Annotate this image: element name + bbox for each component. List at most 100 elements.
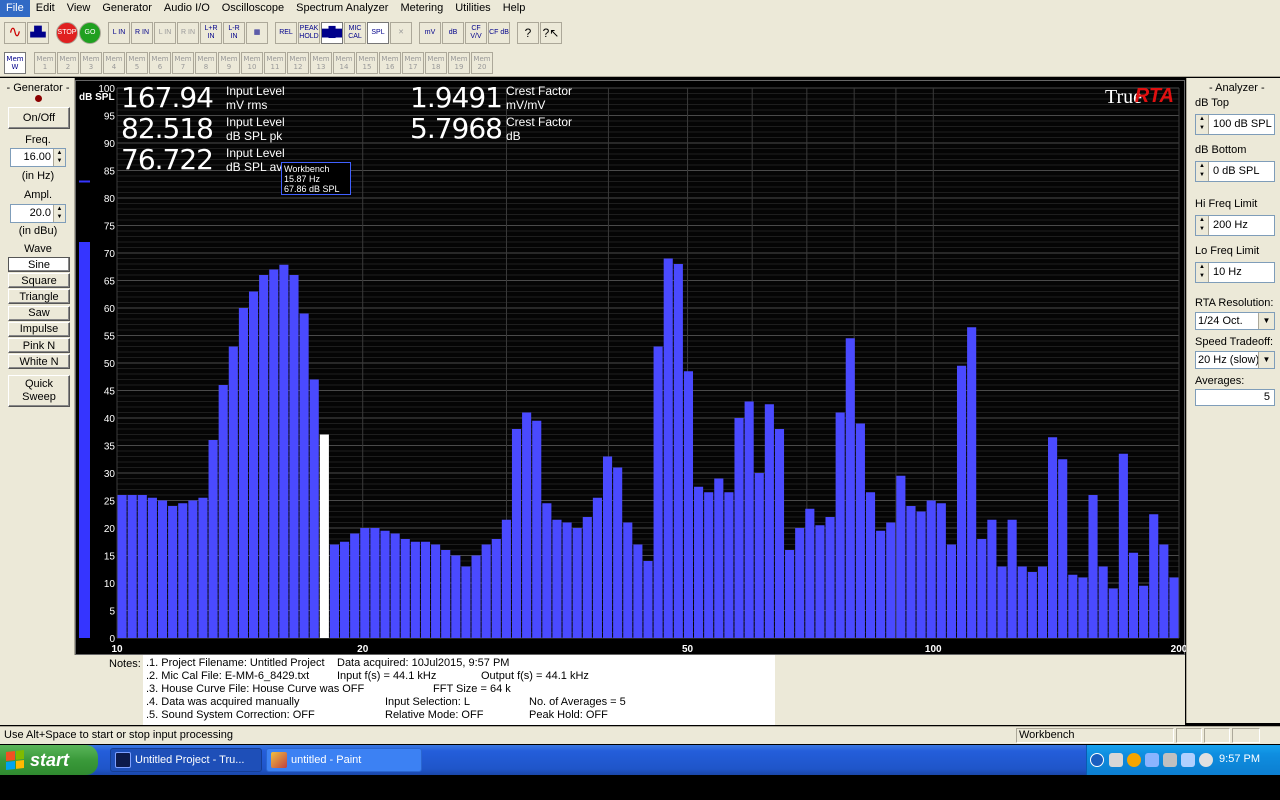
speed-tradeoff-dropdown-icon[interactable]: ▼ — [1258, 352, 1274, 368]
memory-button-5[interactable]: Mem 5 — [126, 52, 148, 74]
wave-triangle-button[interactable]: Triangle — [8, 289, 70, 305]
taskbar-item-truerta[interactable]: Untitled Project - Tru... — [110, 748, 262, 772]
tray-app-icon[interactable] — [1127, 753, 1141, 767]
tray-network-icon[interactable] — [1109, 753, 1123, 767]
memory-button-15[interactable]: Mem 15 — [356, 52, 378, 74]
crest-factor-vv-icon[interactable]: CF V/V — [465, 22, 487, 44]
decibel-icon[interactable]: dB — [442, 22, 464, 44]
spectrum-bar — [602, 456, 613, 638]
menu-oscilloscope[interactable]: Oscilloscope — [216, 0, 290, 17]
wave-saw-button[interactable]: Saw — [8, 305, 70, 321]
menu-edit[interactable]: Edit — [30, 0, 61, 17]
memory-button-1[interactable]: Mem 1 — [34, 52, 56, 74]
right-input-icon[interactable]: R IN — [131, 22, 153, 44]
menu-metering[interactable]: Metering — [394, 0, 449, 17]
db-bottom-value: 0 dB SPL — [1213, 165, 1260, 177]
lo-freq-input[interactable]: ▲ ▼ 10 Hz — [1195, 262, 1275, 283]
tray-display-icon[interactable] — [1181, 753, 1195, 767]
freq-input[interactable]: 16.00 ▲ ▼ — [10, 148, 66, 167]
db-bottom-spin-arrows-icon[interactable]: ▲ ▼ — [1196, 162, 1209, 181]
speed-tradeoff-select[interactable]: 20 Hz (slow) ▼ — [1195, 351, 1275, 369]
menu-utilities[interactable]: Utilities — [449, 0, 496, 17]
help-icon[interactable]: ? — [517, 22, 539, 44]
memory-button-18[interactable]: Mem 18 — [425, 52, 447, 74]
toolbar-row-main: ∿ ▟▙ STOP GO L IN R IN L IN R IN L+R IN L-R IN ▦ RE… — [4, 22, 563, 44]
tray-signal-icon[interactable] — [1145, 753, 1159, 767]
memory-button-12[interactable]: Mem 12 — [287, 52, 309, 74]
hi-freq-input[interactable]: ▲ ▼ 200 Hz — [1195, 215, 1275, 236]
ampl-input[interactable]: 20.0 ▲ ▼ — [10, 204, 66, 223]
l-minus-r-input-icon[interactable]: L-R IN — [223, 22, 245, 44]
tray-sync-icon[interactable] — [1163, 753, 1177, 767]
left-input-icon[interactable]: L IN — [108, 22, 130, 44]
wave-pink-n-button[interactable]: Pink N — [8, 338, 70, 353]
averages-input[interactable]: 5 — [1195, 389, 1275, 406]
quick-sweep-label-1: Quick — [24, 378, 54, 390]
db-top-spin-arrows-icon[interactable]: ▲ ▼ — [1196, 115, 1209, 134]
spl-icon[interactable]: SPL — [367, 22, 389, 44]
wave-white-n-button[interactable]: White N — [8, 354, 70, 370]
grid-icon[interactable]: ▦ — [246, 22, 268, 44]
memory-button-9[interactable]: Mem 9 — [218, 52, 240, 74]
quick-sweep-button[interactable]: Quick Sweep — [8, 375, 70, 407]
memory-button-16[interactable]: Mem 16 — [379, 52, 401, 74]
go-icon[interactable]: GO — [79, 22, 101, 44]
relative-icon[interactable]: REL — [275, 22, 297, 44]
taskbar-item-paint[interactable]: untitled - Paint — [266, 748, 422, 772]
db-top-input[interactable]: ▲ ▼ 100 dB SPL — [1195, 114, 1275, 135]
clear-icon[interactable]: ✕ — [390, 22, 412, 44]
freq-label: Freq. — [25, 134, 51, 146]
memory-button-7[interactable]: Mem 7 — [172, 52, 194, 74]
start-button[interactable]: start — [0, 745, 98, 775]
memory-button-10[interactable]: Mem 10 — [241, 52, 263, 74]
bar-graph-icon[interactable]: ▆█▆ — [321, 22, 343, 44]
memory-button-workbench[interactable]: Mem W — [4, 52, 26, 74]
memory-button-13[interactable]: Mem 13 — [310, 52, 332, 74]
tray-volume-icon[interactable] — [1199, 753, 1213, 767]
freq-spin-arrows-icon[interactable]: ▲ ▼ — [53, 149, 65, 166]
memory-button-17[interactable]: Mem 17 — [402, 52, 424, 74]
wave-impulse-button[interactable]: Impulse — [8, 321, 70, 337]
ampl-spin-arrows-icon[interactable]: ▲ ▼ — [53, 205, 65, 222]
notes-box[interactable]: .1. Project Filename: Untitled Project D… — [143, 655, 775, 725]
mic-cal-icon[interactable]: MIC CAL — [344, 22, 366, 44]
memory-button-4[interactable]: Mem 4 — [103, 52, 125, 74]
left-input-alt-icon[interactable]: L IN — [154, 22, 176, 44]
memory-button-2[interactable]: Mem 2 — [57, 52, 79, 74]
hi-freq-spin-arrows-icon[interactable]: ▲ ▼ — [1196, 216, 1209, 235]
memory-button-11[interactable]: Mem 11 — [264, 52, 286, 74]
crest-factor-db-icon[interactable]: CF dB — [488, 22, 510, 44]
sine-wave-icon[interactable]: ∿ — [4, 22, 26, 44]
note-line-5a: .5. Sound System Correction: OFF — [146, 709, 315, 721]
millivolt-icon[interactable]: mV — [419, 22, 441, 44]
memory-button-6[interactable]: Mem 6 — [149, 52, 171, 74]
menu-view[interactable]: View — [61, 0, 97, 17]
right-input-alt-icon[interactable]: R IN — [177, 22, 199, 44]
generator-onoff-button[interactable]: On/Off — [8, 107, 70, 129]
memory-button-3[interactable]: Mem 3 — [80, 52, 102, 74]
stop-icon[interactable]: STOP — [56, 22, 78, 44]
menu-generator[interactable]: Generator — [96, 0, 158, 17]
rta-resolution-dropdown-icon[interactable]: ▼ — [1258, 313, 1274, 329]
menu-file[interactable]: File — [0, 0, 30, 17]
rta-resolution-select[interactable]: 1/24 Oct. ▼ — [1195, 312, 1275, 330]
system-tray: 9:57 PM — [1086, 745, 1280, 775]
memory-button-20[interactable]: Mem 20 — [471, 52, 493, 74]
spectrum-icon[interactable]: ▟▙ — [27, 22, 49, 44]
context-help-icon[interactable]: ?↖ — [540, 22, 562, 44]
lo-freq-spin-arrows-icon[interactable]: ▲ ▼ — [1196, 263, 1209, 282]
memory-button-19[interactable]: Mem 19 — [448, 52, 470, 74]
tray-expand-icon[interactable] — [1090, 753, 1104, 767]
menu-help[interactable]: Help — [497, 0, 532, 17]
l-plus-r-input-icon[interactable]: L+R IN — [200, 22, 222, 44]
db-bottom-input[interactable]: ▲ ▼ 0 dB SPL — [1195, 161, 1275, 182]
spectrum-bar — [865, 492, 876, 638]
wave-square-button[interactable]: Square — [8, 273, 70, 289]
peak-hold-icon[interactable]: PEAK HOLD — [298, 22, 320, 44]
wave-sine-button[interactable]: Sine — [8, 257, 70, 272]
spectrum-bar — [137, 495, 147, 638]
memory-button-8[interactable]: Mem 8 — [195, 52, 217, 74]
menu-spectrum-analyzer[interactable]: Spectrum Analyzer — [290, 0, 394, 17]
memory-button-14[interactable]: Mem 14 — [333, 52, 355, 74]
menu-audio-i-o[interactable]: Audio I/O — [158, 0, 216, 17]
